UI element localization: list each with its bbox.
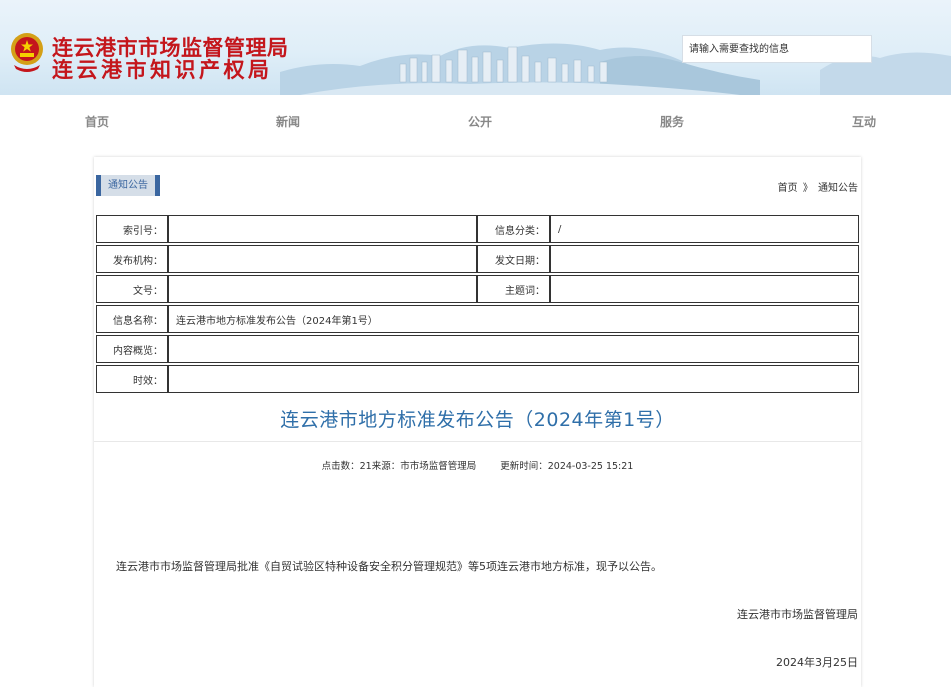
section-tab: 通知公告	[96, 175, 160, 196]
publisher-value	[168, 245, 477, 273]
nav-item-news[interactable]: 新闻	[268, 113, 308, 130]
subject-value	[550, 275, 859, 303]
breadcrumb-separator: 》	[802, 183, 813, 194]
article-signature: 连云港市市场监督管理局	[737, 608, 858, 621]
national-emblem-icon	[11, 33, 43, 72]
validity-value	[168, 365, 859, 393]
main-nav: 首页 新闻 公开 服务 互动	[0, 113, 951, 131]
nav-item-interaction[interactable]: 互动	[844, 113, 884, 130]
summary-label: 内容概览：	[96, 335, 168, 363]
publisher-label: 发布机构：	[96, 245, 168, 273]
nav-item-public[interactable]: 公开	[460, 113, 500, 130]
doc-number-label: 文号：	[96, 275, 168, 303]
index-value	[168, 215, 477, 243]
content-panel: 通知公告 首页 》 通知公告 索引号： 信息分类： / 发布机构： 发文日期： …	[94, 157, 861, 687]
index-label: 索引号：	[96, 215, 168, 243]
table-row: 索引号： 信息分类： /	[96, 215, 859, 243]
issue-date-label: 发文日期：	[477, 245, 550, 273]
article-title: 连云港市地方标准发布公告（2024年第1号）	[280, 409, 675, 431]
breadcrumb: 首页 》 通知公告	[776, 179, 858, 194]
table-row: 内容概览：	[96, 335, 859, 363]
title-divider	[94, 441, 861, 442]
subject-label: 主题词：	[477, 275, 550, 303]
table-row: 文号： 主题词：	[96, 275, 859, 303]
summary-value	[168, 335, 859, 363]
site-header: 连云港市市场监督管理局 连云港市知识产权局	[0, 0, 951, 95]
article-meta: 点击数：21来源：市市场监督管理局 更新时间：2024-03-25 15:21	[94, 458, 861, 472]
doc-number-value	[168, 275, 477, 303]
info-metadata-table: 索引号： 信息分类： / 发布机构： 发文日期： 文号： 主题词： 信息名称： …	[96, 213, 859, 395]
breadcrumb-current[interactable]: 通知公告	[818, 183, 858, 194]
article-body: 连云港市市场监督管理局批准《自贸试验区特种设备安全积分管理规范》等5项连云港市地…	[116, 560, 662, 573]
category-value: /	[550, 215, 859, 243]
category-label: 信息分类：	[477, 215, 550, 243]
validity-label: 时效：	[96, 365, 168, 393]
table-row: 发布机构： 发文日期：	[96, 245, 859, 273]
table-row: 时效：	[96, 365, 859, 393]
nav-item-services[interactable]: 服务	[652, 113, 692, 130]
article-updated: 更新时间：2024-03-25 15:21	[500, 461, 634, 472]
search-input[interactable]	[683, 36, 869, 62]
site-title-line2: 连云港市知识产权局	[52, 57, 273, 82]
info-name-value: 连云港市地方标准发布公告（2024年第1号）	[168, 305, 859, 333]
info-name-label: 信息名称：	[96, 305, 168, 333]
search-box	[682, 35, 872, 63]
nav-item-home[interactable]: 首页	[77, 113, 117, 130]
table-row: 信息名称： 连云港市地方标准发布公告（2024年第1号）	[96, 305, 859, 333]
breadcrumb-home[interactable]: 首页	[778, 183, 798, 194]
article-stats: 点击数：21来源：市市场监督管理局	[321, 461, 477, 472]
article-date: 2024年3月25日	[776, 656, 858, 669]
issue-date-value	[550, 245, 859, 273]
